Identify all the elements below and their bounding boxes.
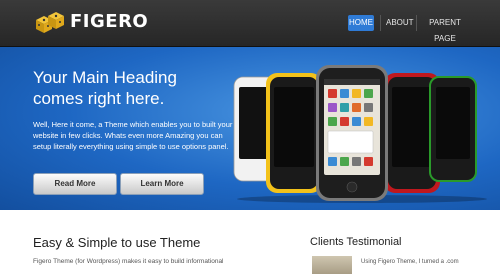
read-more-button[interactable]: Read More <box>33 173 117 195</box>
phone-yellow <box>266 73 322 193</box>
main-content: Easy & Simple to use Theme Figero Theme … <box>0 210 500 274</box>
nav-divider <box>380 15 381 31</box>
testimonial-text: Using Figero Theme, I turned a .com <box>361 259 459 265</box>
nav-item-parent-page[interactable]: PARENT PAGE <box>424 15 466 43</box>
hero-description: Well, Here it come, a Theme which enable… <box>33 120 233 151</box>
testimonial-heading: Clients Testimonial <box>310 236 402 248</box>
smartphones-illustration <box>233 65 487 203</box>
learn-more-button[interactable]: Learn More <box>120 173 204 195</box>
section-text: Figero Theme (for Wordpress) makes it ea… <box>33 258 224 265</box>
hero-heading: Your Main Heading comes right here. <box>33 68 177 108</box>
nav-item-about[interactable]: ABOUT <box>386 15 414 31</box>
testimonial-avatar <box>312 256 352 274</box>
section-heading: Easy & Simple to use Theme <box>33 235 201 250</box>
phone-green <box>429 76 477 182</box>
site-header: FIGERO HOME ABOUT PARENT PAGE <box>0 0 500 47</box>
phone-center <box>316 65 388 201</box>
dice-icon[interactable] <box>34 11 66 35</box>
nav-divider <box>416 15 417 31</box>
site-logo-text[interactable]: FIGERO <box>70 11 148 32</box>
nav-item-home[interactable]: HOME <box>348 15 374 31</box>
